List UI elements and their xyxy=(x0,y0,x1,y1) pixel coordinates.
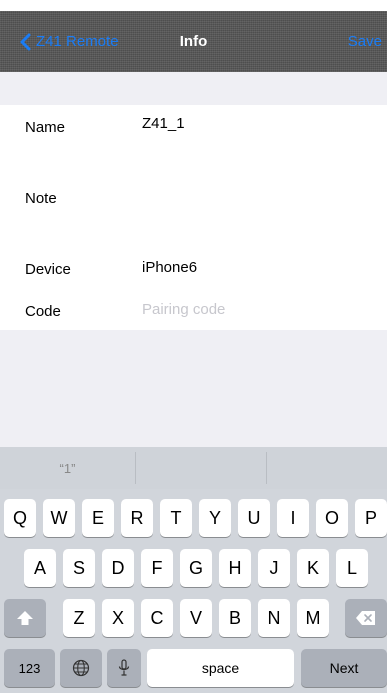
back-button-label: Z41 Remote xyxy=(36,33,119,50)
key-i[interactable]: I xyxy=(277,499,309,537)
info-form: Name Z41_1 Note Device iPhone6 Code Pair… xyxy=(0,105,387,330)
back-button[interactable]: Z41 Remote xyxy=(18,11,119,72)
key-w[interactable]: W xyxy=(43,499,75,537)
key-x[interactable]: X xyxy=(102,599,134,637)
keyboard: “1” Q W E R T Y U I O P A S D F G H J K … xyxy=(0,447,387,693)
code-field[interactable]: Pairing code xyxy=(142,301,225,318)
key-y[interactable]: Y xyxy=(199,499,231,537)
globe-key[interactable] xyxy=(60,649,102,687)
microphone-icon xyxy=(118,659,130,676)
shift-key[interactable] xyxy=(4,599,46,637)
name-row: Name Z41_1 xyxy=(0,105,387,155)
key-d[interactable]: D xyxy=(102,549,134,587)
code-row: Code Pairing code xyxy=(0,289,387,330)
next-key[interactable]: Next xyxy=(301,649,387,687)
key-s[interactable]: S xyxy=(63,549,95,587)
key-n[interactable]: N xyxy=(258,599,290,637)
device-row: Device iPhone6 xyxy=(0,245,387,289)
device-field[interactable]: iPhone6 xyxy=(142,259,197,276)
code-label: Code xyxy=(25,303,61,320)
device-label: Device xyxy=(25,261,71,278)
key-g[interactable]: G xyxy=(180,549,212,587)
prediction-2[interactable] xyxy=(136,447,266,489)
key-u[interactable]: U xyxy=(238,499,270,537)
key-o[interactable]: O xyxy=(316,499,348,537)
key-t[interactable]: T xyxy=(160,499,192,537)
chevron-left-icon xyxy=(20,33,31,50)
navigation-bar: Z41 Remote Info Save xyxy=(0,11,387,72)
key-e[interactable]: E xyxy=(82,499,114,537)
key-v[interactable]: V xyxy=(180,599,212,637)
key-a[interactable]: A xyxy=(24,549,56,587)
numbers-key[interactable]: 123 xyxy=(4,649,55,687)
prediction-3[interactable] xyxy=(267,447,387,489)
key-k[interactable]: K xyxy=(297,549,329,587)
delete-key[interactable] xyxy=(345,599,387,637)
prediction-1[interactable]: “1” xyxy=(0,447,135,489)
dictation-key[interactable] xyxy=(107,649,141,687)
save-button[interactable]: Save xyxy=(348,11,382,72)
name-label: Name xyxy=(25,119,66,136)
name-field[interactable]: Z41_1 xyxy=(142,115,185,132)
key-m[interactable]: M xyxy=(297,599,329,637)
note-field[interactable] xyxy=(142,175,372,225)
key-z[interactable]: Z xyxy=(63,599,95,637)
delete-icon xyxy=(356,611,375,625)
key-h[interactable]: H xyxy=(219,549,251,587)
key-p[interactable]: P xyxy=(355,499,387,537)
globe-icon xyxy=(72,659,90,677)
key-l[interactable]: L xyxy=(336,549,368,587)
key-j[interactable]: J xyxy=(258,549,290,587)
key-q[interactable]: Q xyxy=(4,499,36,537)
space-key[interactable]: space xyxy=(147,649,294,687)
key-r[interactable]: R xyxy=(121,499,153,537)
key-f[interactable]: F xyxy=(141,549,173,587)
note-label: Note xyxy=(25,190,57,207)
key-c[interactable]: C xyxy=(141,599,173,637)
predictive-bar: “1” xyxy=(0,447,387,489)
shift-icon xyxy=(17,611,33,625)
status-bar xyxy=(0,0,387,11)
key-b[interactable]: B xyxy=(219,599,251,637)
note-row: Note xyxy=(0,155,387,245)
